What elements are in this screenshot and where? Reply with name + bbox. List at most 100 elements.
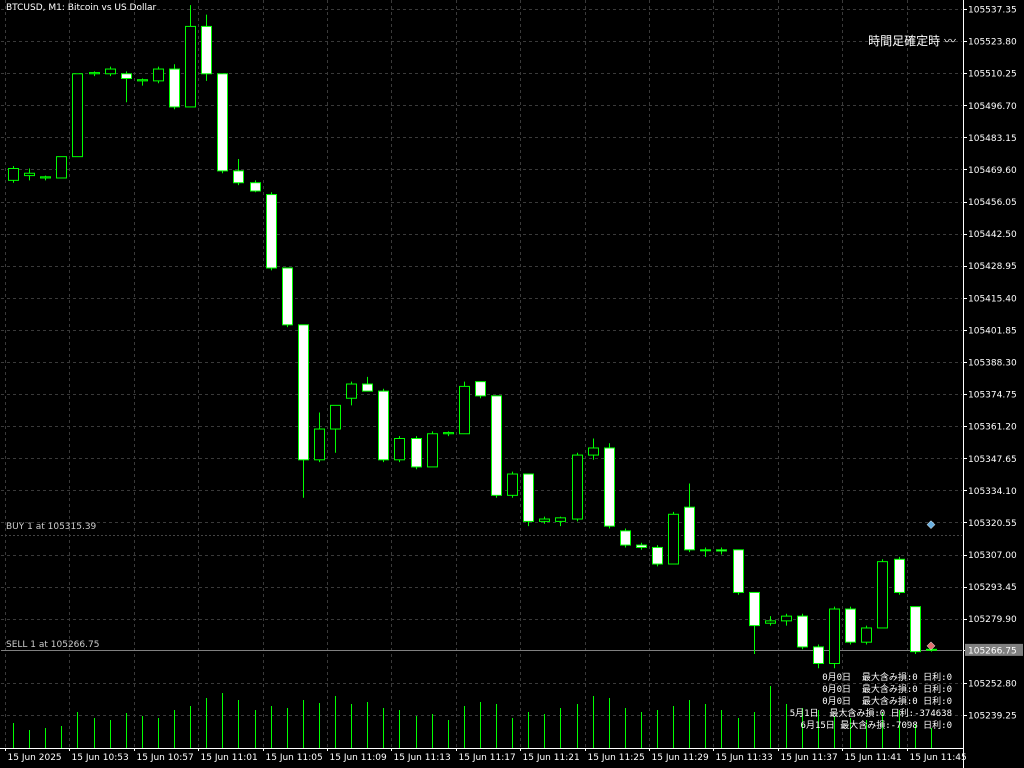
price-chart[interactable]: 105537.35 105523.80 105510.25 105496.70 1054… <box>0 0 1024 768</box>
x-tick-label: 15 Jun 11:21 <box>523 753 580 763</box>
y-tick-label: 105307.00 <box>968 551 1017 561</box>
x-tick-label: 15 Jun 10:53 <box>72 753 129 763</box>
candle-bullish <box>555 517 566 522</box>
candle-bearish <box>378 390 389 461</box>
sell-order-label: SELL 1 at 105266.75 <box>6 640 100 650</box>
candle-bullish <box>427 433 438 468</box>
candle-bullish <box>153 68 164 82</box>
y-tick-label: 105252.80 <box>968 679 1017 689</box>
candle-bearish <box>813 646 824 664</box>
y-tick-label: 105510.25 <box>968 70 1017 80</box>
indicator-text: 時間足確定時 <box>868 34 941 48</box>
y-tick-label: 105334.10 <box>968 487 1017 497</box>
candle-bearish <box>749 591 760 627</box>
candle-bearish <box>733 549 744 593</box>
x-tick-label: 15 Jun 11:45 <box>910 753 967 763</box>
candle-bullish <box>507 473 518 496</box>
y-tick-label: 105266.75 <box>968 646 1017 656</box>
candle-bearish <box>121 73 132 80</box>
candle-bearish <box>411 437 422 468</box>
candle-bearish <box>845 608 856 643</box>
y-tick-label: 105374.75 <box>968 391 1017 401</box>
y-tick-label: 105415.40 <box>968 294 1017 304</box>
candle-bearish <box>604 447 615 527</box>
y-tick-label: 105279.90 <box>968 615 1017 625</box>
candle-bullish <box>56 156 67 179</box>
candle-bearish <box>169 68 180 108</box>
candle-bullish <box>40 176 51 179</box>
y-tick-label: 105320.55 <box>968 519 1017 529</box>
candle-bullish <box>459 385 470 435</box>
x-tick-label: 15 Jun 11:17 <box>459 753 516 763</box>
y-tick-label: 105483.15 <box>968 134 1017 144</box>
candle-bearish <box>523 473 534 522</box>
chart-title: BTCUSD, M1: Bitcoin vs US Dollar <box>6 3 157 13</box>
stats-panel: 0月0日 最大含み損:0 日利:0 0月0日 最大含み損:0 日利:0 0月0日… <box>790 672 952 732</box>
candle-bearish <box>298 324 309 461</box>
candle-bearish <box>797 615 808 648</box>
candle-bullish <box>572 454 583 520</box>
candle-bullish <box>765 620 776 624</box>
x-tick-label: 15 Jun 11:01 <box>201 753 258 763</box>
x-tick-label: 15 Jun 11:29 <box>652 753 709 763</box>
y-tick-label: 105388.30 <box>968 359 1017 369</box>
stats-line: 5月1日 最大含み損:0 日利:-374638 <box>789 709 952 719</box>
candle-bullish <box>72 73 83 158</box>
candle-bearish <box>910 606 921 653</box>
stats-line: 0月0日 最大含み損:0 日利:0 <box>822 697 952 707</box>
candle-bearish <box>217 73 228 172</box>
candle-bearish <box>652 546 663 565</box>
y-tick-label: 105469.60 <box>968 166 1017 176</box>
y-tick-label: 105239.25 <box>968 712 1017 722</box>
candle-bearish <box>491 395 502 496</box>
stats-line: 6月15日 最大含み損:-7098 日利:0 <box>800 721 952 731</box>
candle-bullish <box>314 428 325 461</box>
y-tick-label: 105456.05 <box>968 198 1017 208</box>
candle-bearish <box>716 549 727 552</box>
candle-bullish <box>861 627 872 643</box>
x-tick-label: 15 Jun 11:13 <box>394 753 451 763</box>
x-tick-label: 15 Jun 11:25 <box>588 753 645 763</box>
candle-bearish <box>620 530 631 546</box>
y-tick-label: 105361.20 <box>968 423 1017 433</box>
x-tick-label: 15 Jun 10:57 <box>137 753 194 763</box>
y-tick-label: 105442.50 <box>968 230 1017 240</box>
buy-order-label: BUY 1 at 105315.39 <box>6 522 97 532</box>
candle-bullish <box>137 79 148 82</box>
candle-bullish <box>443 432 454 435</box>
x-tick-label: 15 Jun 11:37 <box>781 753 838 763</box>
candle-bullish <box>394 437 405 461</box>
candle-bullish <box>105 68 116 75</box>
candle-bearish <box>233 170 244 184</box>
x-tick-label: 15 Jun 11:05 <box>266 753 323 763</box>
candle-bullish <box>700 549 711 552</box>
candle-bearish <box>362 383 373 392</box>
candle-bullish <box>185 25 196 108</box>
candle-bearish <box>266 194 277 269</box>
stats-line: 0月0日 最大含み損:0 日利:0 <box>822 673 952 683</box>
y-tick-label: 105496.70 <box>968 102 1017 112</box>
candle-bullish <box>829 608 840 664</box>
candle-bullish <box>668 513 679 565</box>
candle-bearish <box>282 267 293 326</box>
x-tick-label: 15 Jun 11:33 <box>716 753 773 763</box>
candle-bullish <box>330 404 341 430</box>
y-tick-label: 105401.85 <box>968 326 1017 336</box>
y-tick-label: 105537.35 <box>968 6 1017 16</box>
candle-bearish <box>250 182 261 192</box>
stats-line: 0月0日 最大含み損:0 日利:0 <box>822 685 952 695</box>
candle-bullish <box>539 518 550 522</box>
y-tick-label: 105347.65 <box>968 455 1017 465</box>
candle-bullish <box>346 383 357 399</box>
candle-bullish <box>781 615 792 622</box>
wave-icon: 〰 <box>943 34 956 48</box>
x-tick-label: 15 Jun 11:41 <box>845 753 902 763</box>
x-tick-label: 15 Jun 11:09 <box>330 753 387 763</box>
candle-bullish <box>24 172 35 177</box>
candle-bearish <box>894 558 905 593</box>
candle-bearish <box>475 381 486 397</box>
candle-bearish <box>636 544 647 548</box>
candle-bearish <box>684 506 695 551</box>
indicator-label: 時間足確定時 〰 <box>868 32 956 49</box>
x-tick-label: 15 Jun 2025 <box>8 753 62 763</box>
